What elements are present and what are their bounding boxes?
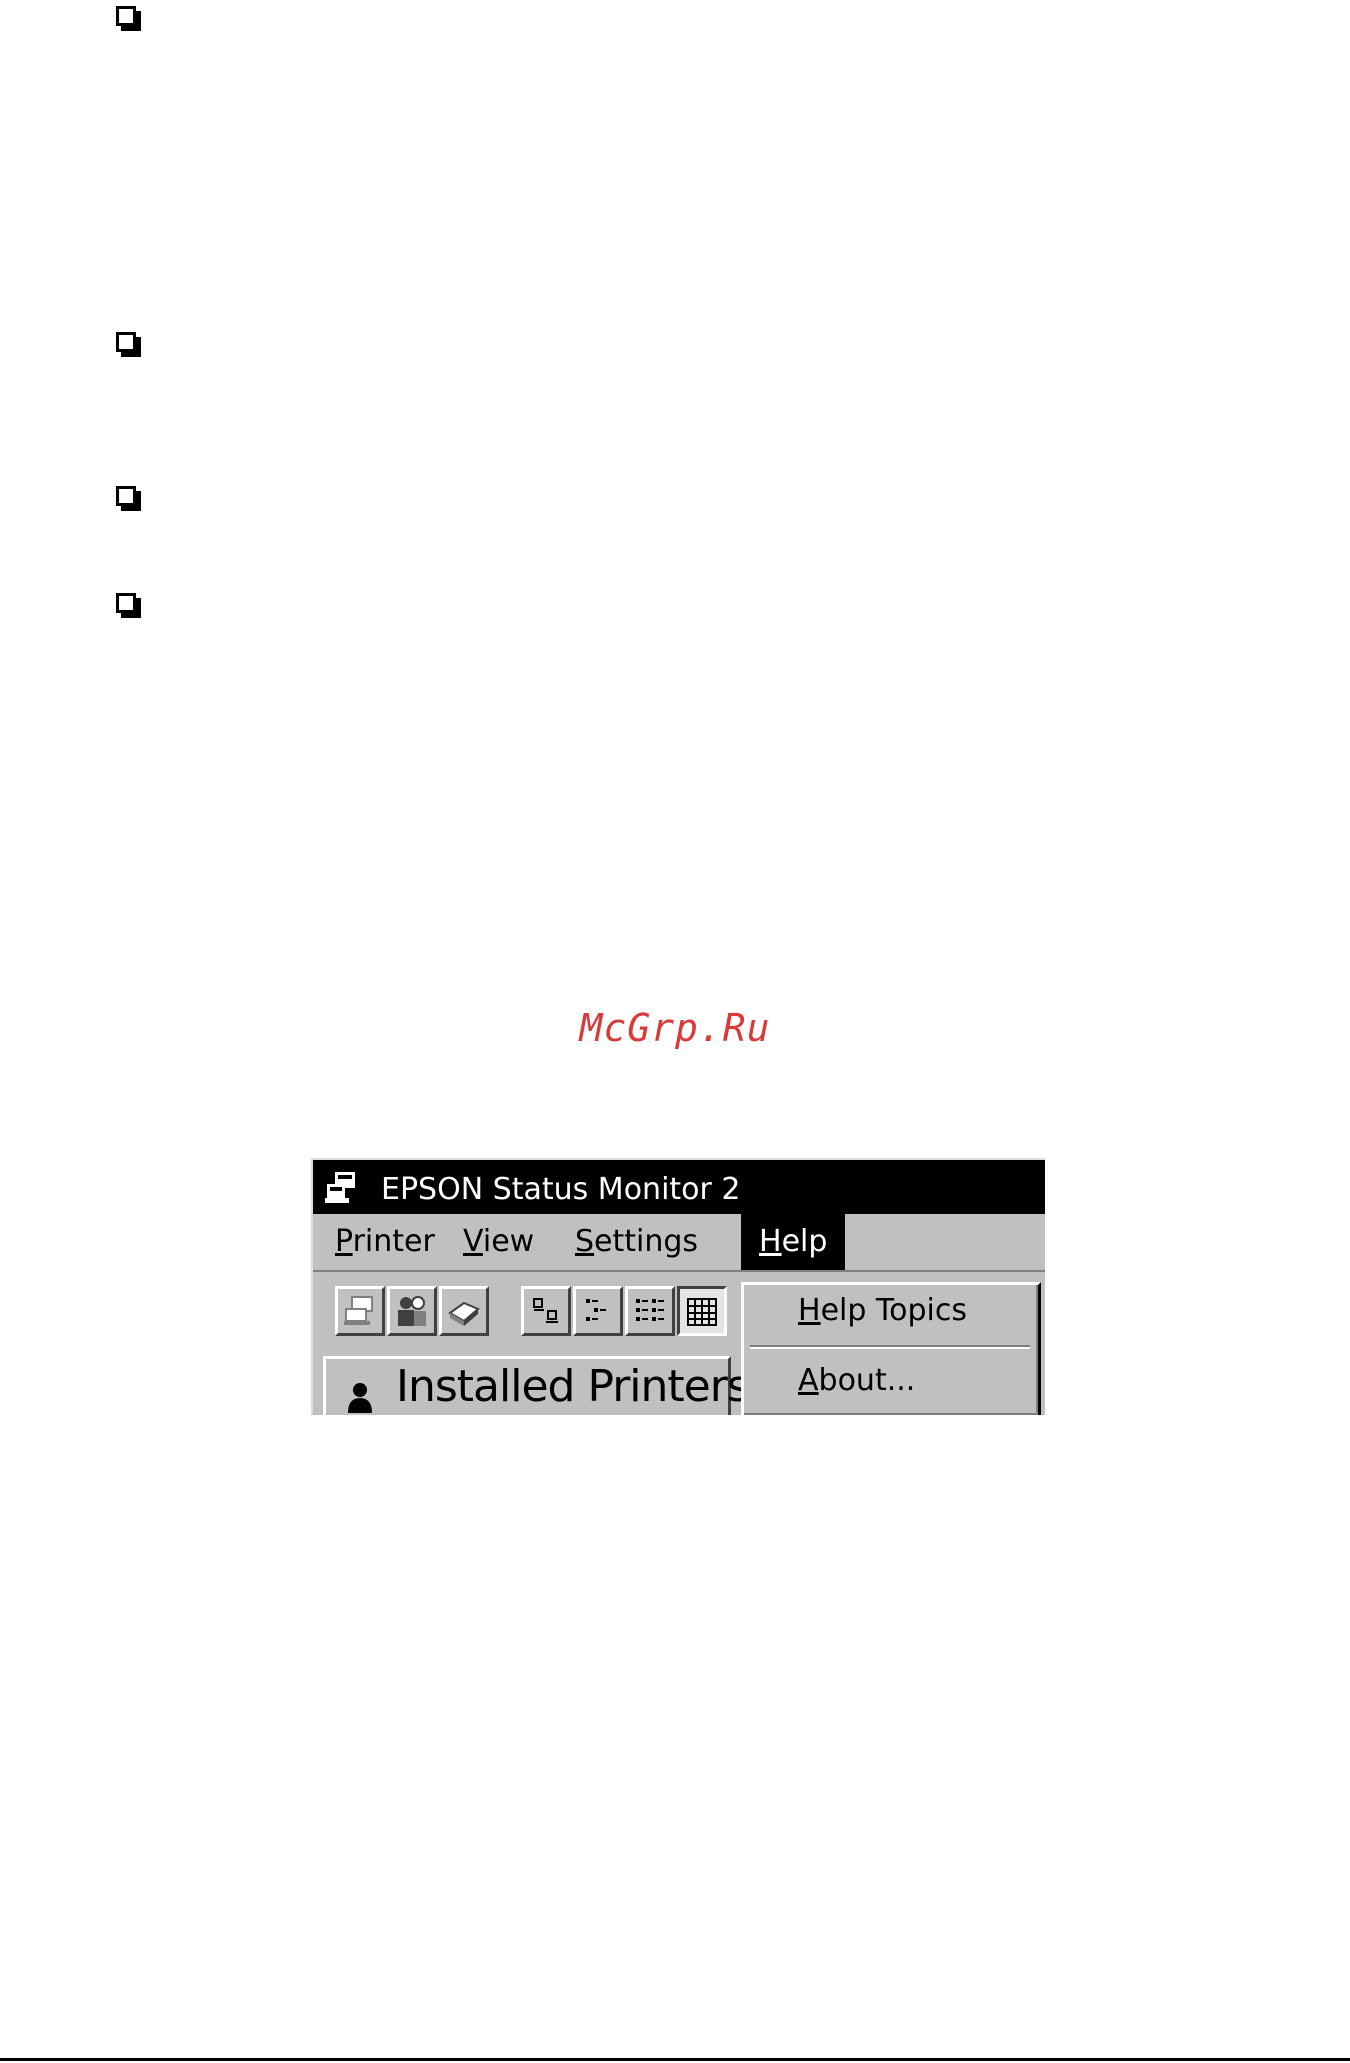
menu-help-label: elp — [781, 1224, 828, 1259]
users-icon — [398, 1296, 426, 1326]
about-label: bout... — [818, 1363, 916, 1398]
menu-view[interactable]: View — [445, 1214, 552, 1270]
menu-printer-label: rinter — [352, 1224, 435, 1259]
shared-printers-button[interactable] — [387, 1286, 437, 1336]
user-icon — [348, 1383, 372, 1413]
menu-bar: Printer View Settings Help — [313, 1214, 1045, 1272]
menu-view-label: iew — [482, 1224, 535, 1259]
tab-label: Installed Printers — [396, 1361, 750, 1412]
menu-item-about[interactable]: About... — [798, 1363, 1045, 1398]
menu-help-key: H — [759, 1224, 782, 1259]
details-view-icon — [687, 1298, 717, 1326]
bullet-checkbox-3 — [116, 486, 136, 506]
help-topics-label: elp Topics — [820, 1293, 968, 1328]
tab-installed-printers[interactable]: Installed Printers — [323, 1356, 750, 1415]
bullet-checkbox-4 — [116, 593, 136, 613]
bullet-checkbox-1 — [116, 6, 136, 26]
footer-rule — [0, 2058, 1350, 2061]
small-icons-icon — [586, 1299, 606, 1321]
menu-help[interactable]: Help — [741, 1214, 845, 1270]
watermark-text: McGrp.Ru — [579, 1006, 771, 1050]
menu-settings-label: ettings — [594, 1224, 699, 1259]
menu-item-help-topics[interactable]: Help Topics — [798, 1293, 1045, 1328]
menu-printer[interactable]: Printer — [317, 1214, 453, 1270]
help-dropdown-menu: Help Topics About... — [741, 1282, 1041, 1415]
local-printers-button[interactable] — [335, 1286, 385, 1336]
details-view-button[interactable] — [677, 1286, 727, 1336]
printer-icon — [448, 1301, 480, 1326]
title-bar: EPSON Status Monitor 2 — [313, 1160, 1045, 1214]
printer-app-icon — [325, 1172, 355, 1203]
network-printers-button[interactable] — [439, 1286, 489, 1336]
menu-separator — [750, 1345, 1030, 1349]
menu-printer-key: P — [335, 1224, 353, 1259]
window-title: EPSON Status Monitor 2 — [381, 1172, 741, 1207]
menu-view-key: V — [463, 1224, 483, 1259]
bullet-checkbox-2 — [116, 332, 136, 352]
large-icons-button[interactable] — [521, 1286, 571, 1336]
list-view-button[interactable] — [625, 1286, 675, 1336]
large-icons-icon — [533, 1298, 558, 1323]
list-view-icon — [636, 1299, 664, 1321]
menu-settings-key: S — [575, 1224, 595, 1259]
menu-settings[interactable]: Settings — [557, 1214, 716, 1270]
status-monitor-window: EPSON Status Monitor 2 Printer View Sett… — [311, 1158, 1045, 1415]
small-icons-button[interactable] — [573, 1286, 623, 1336]
about-key: A — [798, 1363, 819, 1398]
help-topics-key: H — [798, 1293, 821, 1328]
local-printer-icon — [344, 1296, 373, 1325]
